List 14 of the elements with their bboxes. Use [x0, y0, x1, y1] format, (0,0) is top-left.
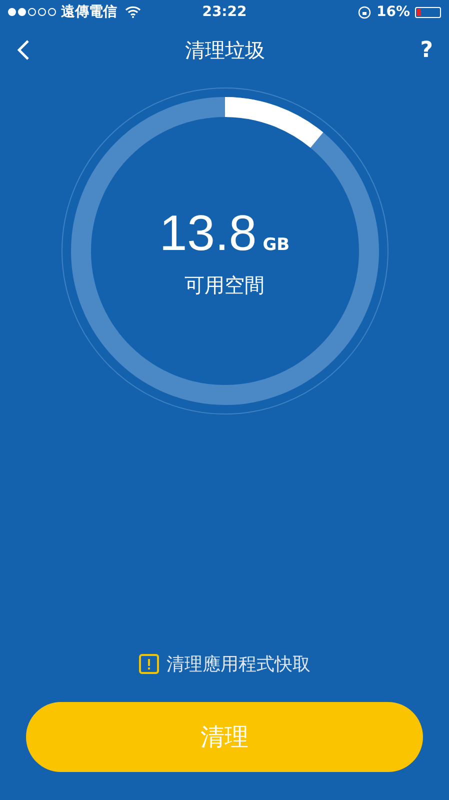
wifi-icon [125, 6, 141, 18]
carrier-name: 遠傳電信 [61, 3, 117, 21]
warning-icon [138, 654, 158, 674]
back-icon[interactable] [16, 39, 30, 61]
battery-icon [415, 6, 441, 18]
free-space-label: 可用空間 [184, 272, 264, 298]
help-button[interactable]: ? [420, 38, 433, 62]
battery-percent: 16% [376, 4, 410, 20]
notice-text: 清理應用程式快取 [166, 653, 310, 676]
rotation-lock-icon [358, 6, 372, 18]
free-space-unit: GB [262, 234, 290, 254]
status-time: 23:22 [201, 4, 248, 20]
page-title: 清理垃圾 [185, 36, 266, 64]
free-space-value: 13.8 [159, 204, 257, 262]
